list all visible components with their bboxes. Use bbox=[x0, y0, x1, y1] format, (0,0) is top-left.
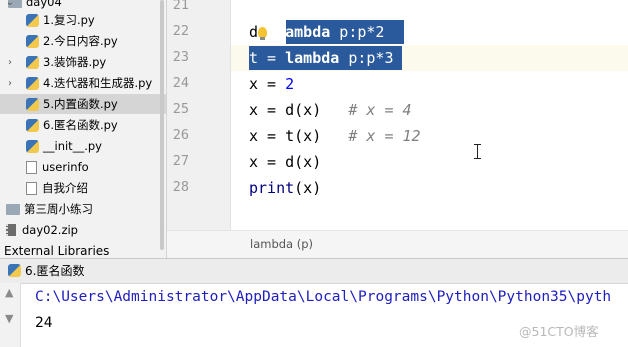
python-file-icon bbox=[8, 263, 21, 277]
text-file-icon bbox=[26, 160, 37, 174]
line-number: 25 bbox=[172, 101, 189, 117]
tree-label: 3.装饰器.py bbox=[43, 55, 107, 69]
code-token: x = bbox=[249, 75, 286, 93]
code-line[interactable]: x = d(x) bbox=[249, 149, 321, 175]
tree-label: 6.匿名函数.py bbox=[43, 118, 118, 132]
tree-label: 自我介绍 bbox=[42, 181, 88, 195]
text-cursor-icon bbox=[474, 144, 481, 159]
code-token: x = d(x) bbox=[249, 153, 322, 171]
python-file-icon bbox=[26, 97, 39, 111]
run-tab[interactable]: 6.匿名函数 bbox=[8, 261, 84, 279]
tree-item-file[interactable]: 1.复习.py bbox=[0, 10, 166, 30]
tree-item-file[interactable]: 6.匿名函数.py bbox=[0, 115, 166, 135]
scroll-down-icon[interactable]: ▼ bbox=[5, 312, 13, 325]
text-file-icon bbox=[26, 181, 37, 195]
code-token: p:p*2 bbox=[330, 23, 385, 41]
code-token: x = t(x) bbox=[249, 127, 322, 145]
code-token: x = d(x) bbox=[249, 101, 322, 119]
tree-label: 4.迭代器和生成器.py bbox=[43, 76, 153, 90]
tree-label: day02.zip bbox=[22, 223, 78, 237]
tree-label: day04 bbox=[26, 0, 62, 9]
code-line[interactable]: x = d(x) # x = 4 bbox=[249, 97, 412, 123]
code-line[interactable]: print(x) bbox=[249, 175, 321, 201]
tree-label: 1.复习.py bbox=[43, 13, 95, 27]
line-number: 24 bbox=[172, 75, 189, 91]
code-token: t = bbox=[249, 49, 286, 67]
line-number: 28 bbox=[172, 179, 189, 195]
run-tool-window-header bbox=[0, 258, 628, 284]
lightbulb-icon[interactable] bbox=[258, 27, 267, 40]
code-token: p:p*3 bbox=[339, 49, 394, 67]
console-toolbar: ▲ ▼ bbox=[0, 283, 21, 347]
line-number: 22 bbox=[172, 23, 189, 39]
code-number: 2 bbox=[285, 75, 295, 93]
tree-item-file[interactable]: › 4.迭代器和生成器.py bbox=[0, 73, 166, 93]
tree-label: 5.内置函数.py bbox=[43, 97, 118, 111]
project-sidebar: ⌄ day04 1.复习.py 2.今日内容.py › 3.装饰器.py › 4… bbox=[0, 0, 167, 258]
line-number: 26 bbox=[172, 127, 189, 143]
code-keyword: lambda bbox=[285, 49, 340, 67]
tree-label: 2.今日内容.py bbox=[43, 34, 118, 48]
line-number: 21 bbox=[172, 0, 189, 13]
tree-label: userinfo bbox=[42, 160, 89, 174]
code-builtin: print bbox=[249, 179, 295, 197]
external-libraries[interactable]: External Libraries bbox=[4, 244, 109, 258]
console-output: 24 bbox=[35, 315, 53, 331]
tree-item-file[interactable]: › 3.装饰器.py bbox=[0, 52, 166, 72]
code-line[interactable]: t = lambda p:p*3 bbox=[249, 45, 394, 71]
tree-item-file[interactable]: day02.zip bbox=[0, 220, 166, 240]
tree-item-file[interactable]: __init__.py bbox=[0, 136, 166, 156]
code-comment: # x = 4 bbox=[348, 101, 412, 119]
code-line[interactable]: x = t(x) # x = 12 bbox=[249, 123, 421, 149]
code-token: (x) bbox=[294, 179, 322, 197]
chevron-right-icon[interactable]: › bbox=[5, 57, 15, 68]
code-line[interactable]: x = 2 bbox=[249, 71, 294, 97]
code-comment: # x = 12 bbox=[348, 127, 421, 145]
python-file-icon bbox=[26, 34, 39, 48]
watermark: @51CTO博客 bbox=[519, 324, 599, 339]
tree-item-file[interactable]: 自我介绍 bbox=[0, 178, 166, 198]
tree-folder[interactable]: 第三周小练习 bbox=[0, 199, 166, 219]
tree-label: __init__.py bbox=[43, 139, 102, 153]
code-keyword: lambda bbox=[276, 23, 331, 41]
line-number: 27 bbox=[172, 153, 189, 169]
tree-item-file[interactable]: userinfo bbox=[0, 157, 166, 177]
run-tab-label: 6.匿名函数 bbox=[25, 263, 85, 278]
python-file-icon bbox=[26, 76, 39, 90]
code-line[interactable]: d= lambda p:p*2 bbox=[249, 19, 384, 45]
console-command-line: C:\Users\Administrator\AppData\Local\Pro… bbox=[35, 289, 612, 305]
python-file-icon bbox=[26, 118, 39, 132]
chevron-down-icon[interactable]: ⌄ bbox=[5, 0, 15, 8]
code-token: d bbox=[249, 23, 259, 41]
folder-icon bbox=[6, 203, 20, 215]
tree-item-file-selected[interactable]: 5.内置函数.py bbox=[0, 94, 166, 114]
line-number: 23 bbox=[172, 49, 189, 65]
tree-label: 第三周小练习 bbox=[24, 202, 93, 216]
breadcrumb-bar bbox=[167, 230, 628, 259]
scroll-up-icon[interactable]: ▲ bbox=[5, 286, 13, 299]
tree-item-file[interactable]: 2.今日内容.py bbox=[0, 31, 166, 51]
python-file-icon bbox=[26, 55, 39, 69]
chevron-right-icon[interactable]: › bbox=[5, 78, 15, 89]
python-file-icon bbox=[26, 139, 39, 153]
python-file-icon bbox=[26, 13, 39, 27]
sidebar-scrollbar[interactable] bbox=[160, 0, 164, 250]
zip-file-icon bbox=[6, 224, 16, 236]
breadcrumb[interactable]: lambda (p) bbox=[250, 237, 313, 251]
